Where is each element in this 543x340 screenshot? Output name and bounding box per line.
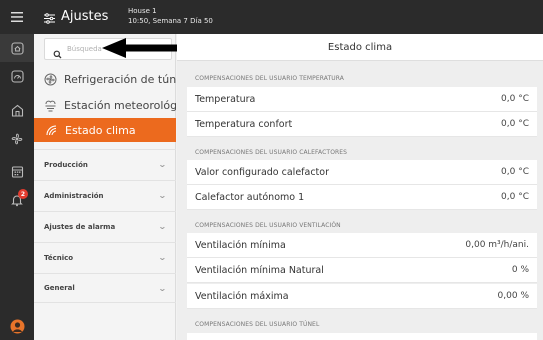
setting-value: 0,0 °C [501, 119, 529, 129]
settings-menu: Búsqueda Refrigeración de túnel Estación… [34, 34, 176, 340]
content-title: Estado clima [177, 34, 543, 61]
menu-item-climate-status[interactable]: Estado clima [34, 118, 176, 142]
section-production[interactable]: Producción ⌄ [34, 149, 176, 179]
setting-name: Ventilación mínima Natural [195, 264, 324, 276]
menu-item-label: Refrigeración de túnel [64, 72, 176, 86]
chevron-down-icon: ⌄ [158, 253, 168, 262]
setting-value: 0,0 °C [501, 94, 529, 104]
setting-row[interactable]: Ventilación máxima 0,00 % [187, 284, 537, 309]
menu-item-label: Estado clima [65, 123, 136, 137]
setting-row[interactable]: Ventilación mínima 0,00 m³/h/ani. [187, 233, 537, 258]
setting-name: Temperatura confort [195, 118, 293, 130]
setting-name: Ventilación mínima [195, 239, 286, 251]
house-name: House 1 [128, 7, 157, 15]
chevron-down-icon: ⌄ [158, 191, 168, 200]
main-panel: Estado clima COMPENSACIONES DEL USUARIO … [177, 34, 543, 340]
section-label: General [44, 284, 75, 292]
chevron-down-icon: ⌄ [158, 283, 168, 293]
menu-item-tunnel-cooling[interactable]: Refrigeración de túnel [34, 67, 176, 91]
arrow-pointer-icon [102, 38, 188, 58]
setting-name: Temperatura [195, 93, 256, 105]
gauge-icon[interactable] [9, 68, 25, 84]
section-alarm-settings[interactable]: Ajustes de alarma ⌄ [34, 211, 176, 241]
section-administration[interactable]: Administración ⌄ [34, 180, 176, 210]
settings-sliders-icon [43, 10, 56, 29]
calendar-icon[interactable] [9, 163, 25, 179]
setting-row-partial [187, 333, 537, 340]
climate-icon [44, 123, 58, 137]
menu-icon[interactable] [0, 0, 34, 34]
setting-row[interactable]: Ventilación mínima Natural 0 % [187, 258, 537, 283]
search-icon [53, 44, 62, 63]
top-header: Ajustes House 1 10:50, Semana 7 Día 50 [34, 0, 543, 34]
setting-value: 0,00 % [497, 291, 529, 301]
group-label: COMPENSACIONES DEL USUARIO TEMPERATURA [195, 75, 345, 82]
setting-name: Calefactor autónomo 1 [195, 191, 305, 203]
house-info: House 1 10:50, Semana 7 Día 50 [128, 6, 213, 26]
menu-item-label: Estación meteorológ... [64, 98, 176, 112]
chevron-down-icon: ⌄ [158, 160, 168, 169]
page-title: Ajustes [61, 9, 109, 24]
barn-icon[interactable] [9, 102, 25, 118]
notification-badge: 2 [18, 189, 28, 199]
section-label: Técnico [44, 253, 74, 262]
section-technical[interactable]: Técnico ⌄ [34, 242, 176, 272]
search-placeholder: Búsqueda [67, 45, 102, 53]
house-time: 10:50, Semana 7 Día 50 [128, 17, 213, 25]
home-icon[interactable] [9, 40, 25, 56]
group-label: COMPENSACIONES DEL USUARIO VENTILACIÓN [195, 222, 341, 229]
section-general[interactable]: General ⌄ [34, 273, 176, 303]
cooling-icon [44, 72, 57, 86]
setting-row[interactable]: Temperatura 0,0 °C [187, 87, 537, 112]
setting-name: Valor configurado calefactor [195, 166, 330, 178]
icon-rail: 2 [0, 0, 34, 340]
setting-name: Ventilación máxima [195, 290, 289, 302]
setting-value: 0 % [511, 265, 529, 275]
weather-station-icon [44, 98, 57, 112]
setting-value: 0,0 °C [501, 192, 529, 202]
user-avatar-icon[interactable] [9, 318, 25, 334]
section-label: Administración [44, 191, 104, 200]
setting-row[interactable]: Valor configurado calefactor 0,0 °C [187, 160, 537, 185]
setting-row[interactable]: Temperatura confort 0,0 °C [187, 112, 537, 137]
fan-icon[interactable] [9, 131, 25, 147]
setting-value: 0,0 °C [501, 167, 529, 177]
menu-item-weather-station[interactable]: Estación meteorológ... [34, 93, 176, 117]
setting-value: 0,00 m³/h/ani. [465, 240, 529, 250]
setting-row[interactable]: Calefactor autónomo 1 0,0 °C [187, 185, 537, 210]
section-label: Producción [44, 160, 88, 169]
section-label: Ajustes de alarma [44, 222, 116, 231]
group-label: COMPENSACIONES DEL USUARIO TÚNEL [195, 321, 320, 328]
group-label: COMPENSACIONES DEL USUARIO CALEFACTORES [195, 149, 348, 156]
chevron-down-icon: ⌄ [158, 222, 168, 231]
